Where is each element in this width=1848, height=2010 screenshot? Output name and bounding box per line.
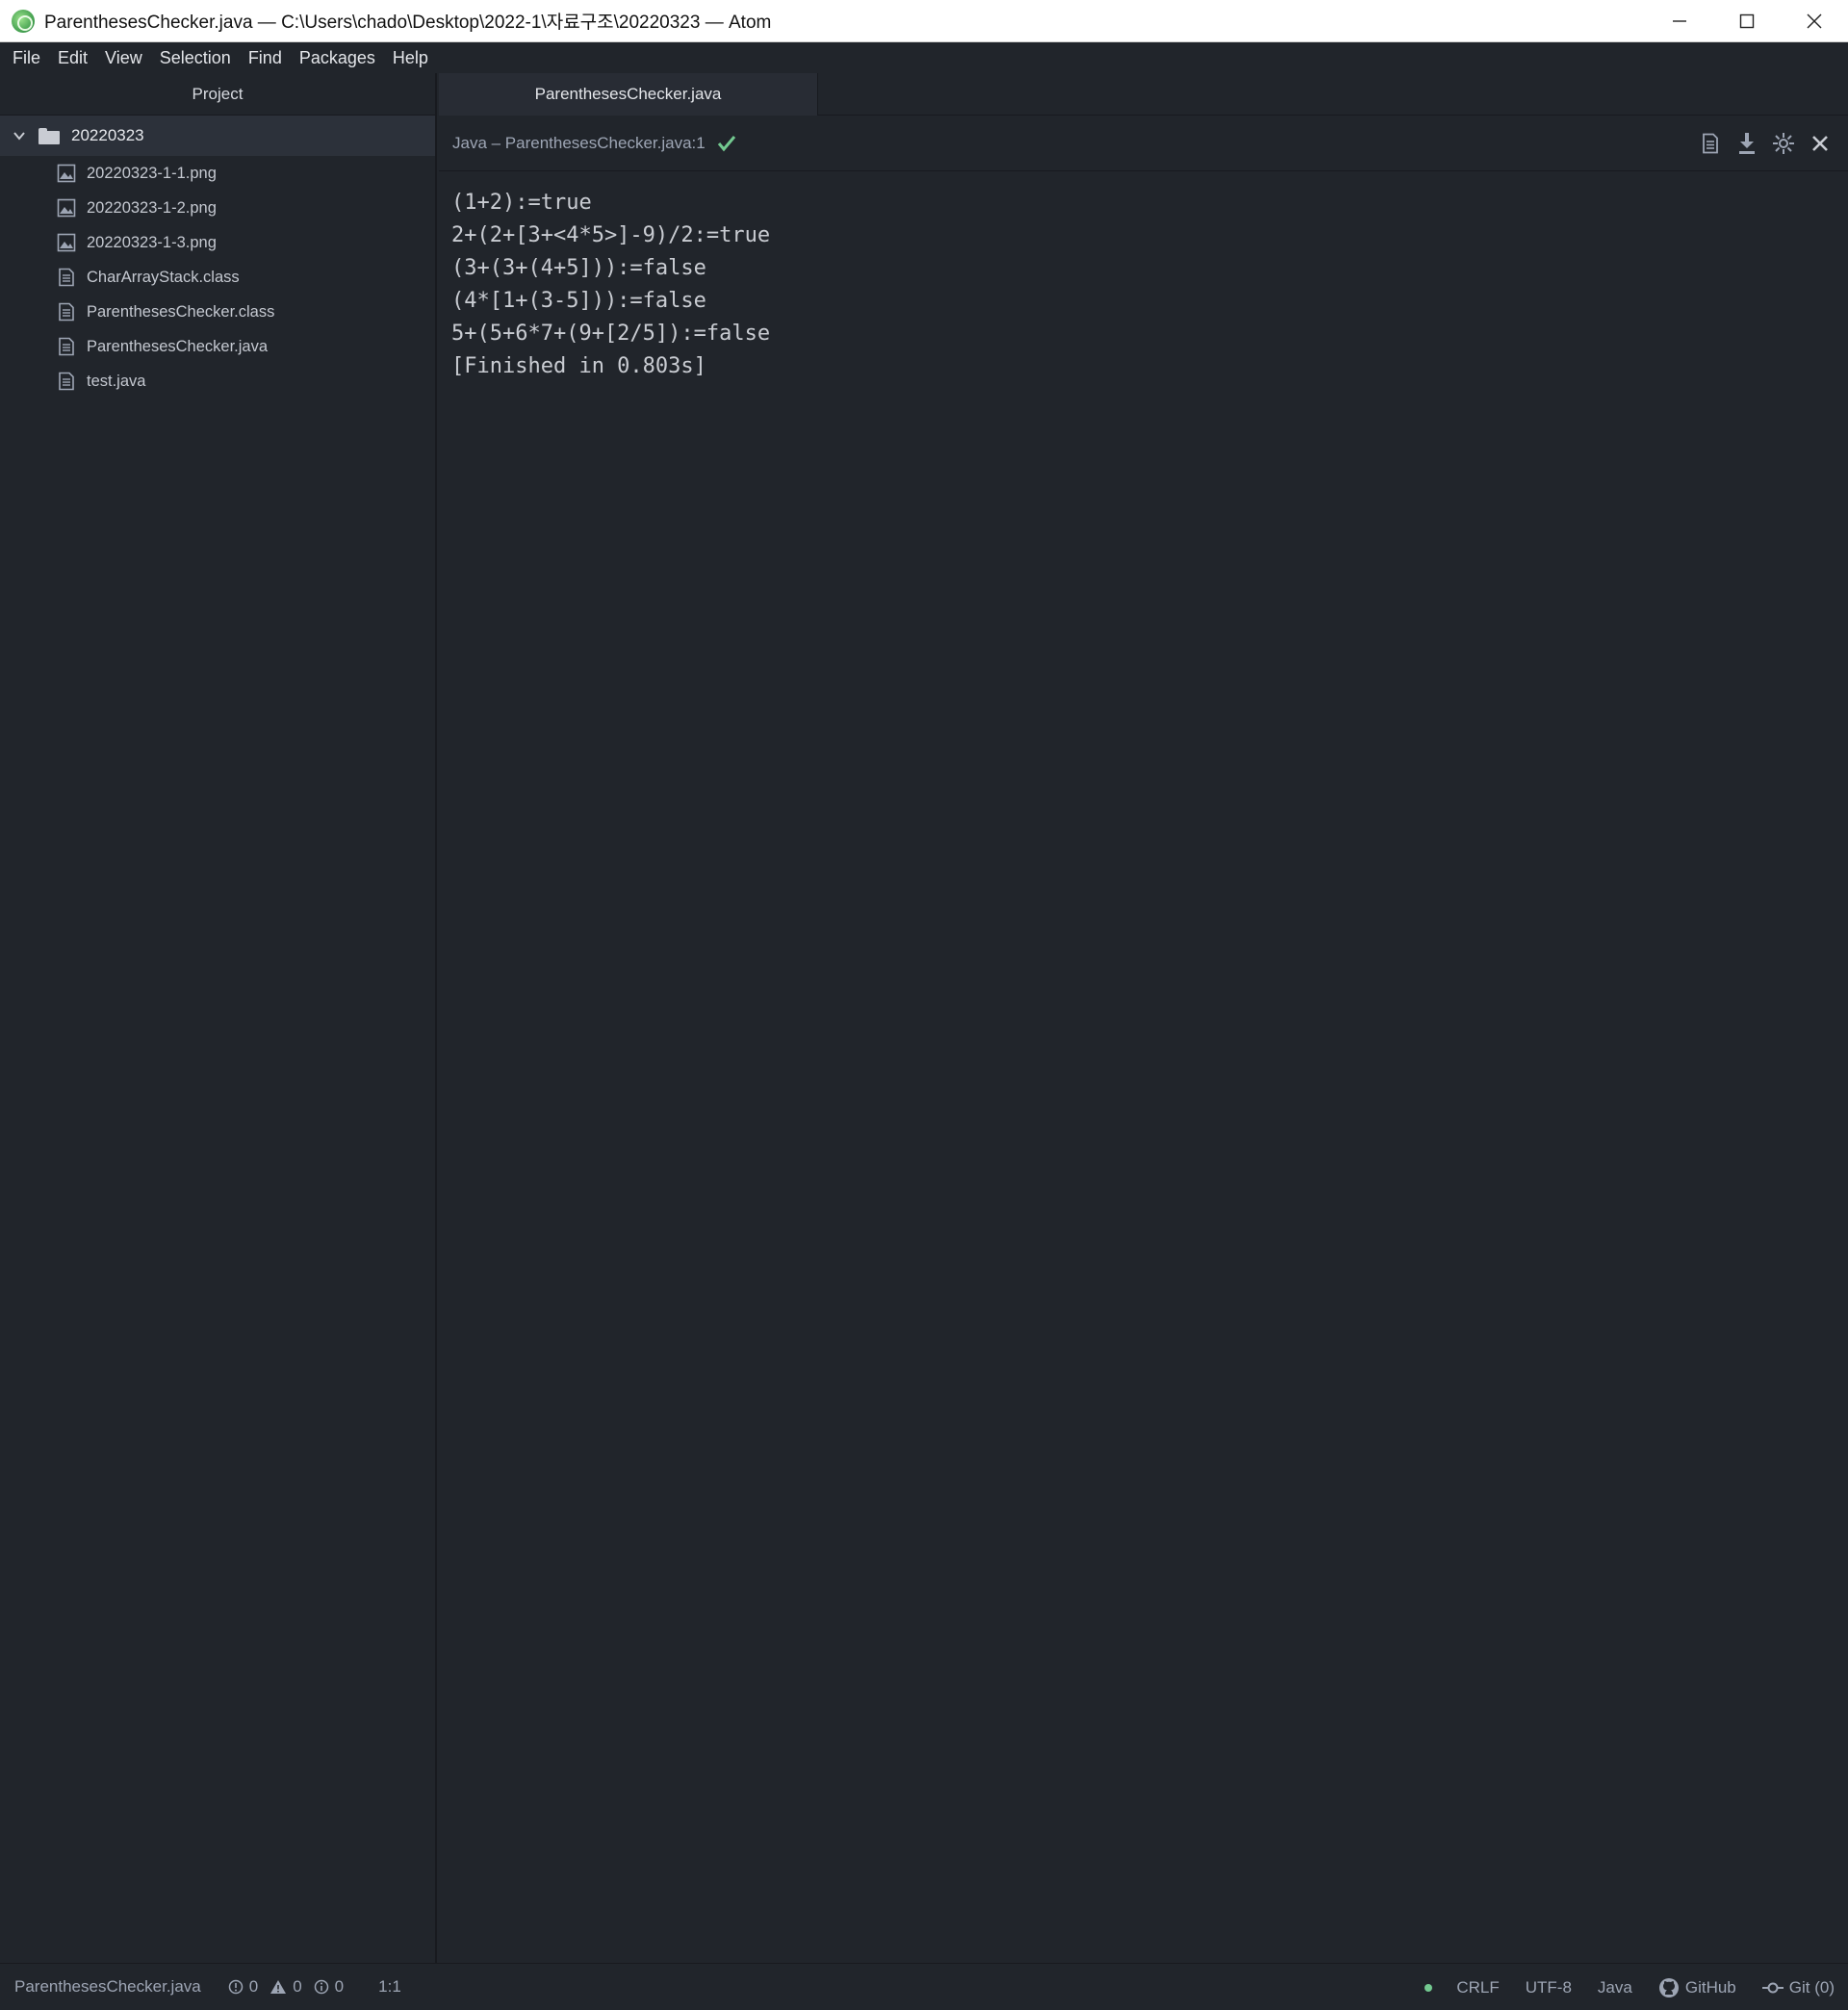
text-file-icon xyxy=(56,267,77,288)
error-icon xyxy=(228,1979,243,1995)
settings-button[interactable] xyxy=(1765,125,1802,162)
chevron-down-icon xyxy=(13,132,25,141)
minimize-icon xyxy=(1673,20,1686,22)
sidebar-header[interactable]: Project xyxy=(0,73,435,116)
output-line: 5+(5+6*7+(9+[2/5]):=false xyxy=(451,322,771,346)
file-list: 20220323-1-1.png 20220323-1-2.png 202203… xyxy=(0,156,435,399)
text-file-icon xyxy=(56,301,77,322)
download-button[interactable] xyxy=(1729,125,1765,162)
output-line: (4*[1+(3-5])):=false xyxy=(451,289,706,313)
maximize-icon xyxy=(1739,13,1755,29)
copy-output-icon xyxy=(1703,133,1718,154)
git-commit-icon xyxy=(1761,1982,1784,1993)
file-item-label: 20220323-1-2.png xyxy=(87,198,217,217)
github-icon xyxy=(1658,1977,1679,1997)
tab-parentheses-checker[interactable]: ParenthesesChecker.java xyxy=(439,73,818,116)
line-ending[interactable]: CRLF xyxy=(1456,1978,1499,1997)
file-item-label: CharArrayStack.class xyxy=(87,268,240,286)
maximize-button[interactable] xyxy=(1713,0,1781,42)
file-item[interactable]: test.java xyxy=(0,364,435,399)
text-file-icon xyxy=(56,336,77,357)
project-sidebar: Project 20220323 20220323-1-1.png 202203… xyxy=(0,73,437,1963)
menu-edit[interactable]: Edit xyxy=(49,42,96,73)
tree-root-folder[interactable]: 20220323 xyxy=(0,116,435,156)
warning-count: 0 xyxy=(293,1977,302,1996)
panel-tools xyxy=(1692,116,1838,171)
cursor-position[interactable]: 1:1 xyxy=(378,1977,401,1997)
file-item-label: ParenthesesChecker.java xyxy=(87,337,269,355)
info-count: 0 xyxy=(334,1977,345,1996)
check-icon xyxy=(717,135,736,152)
window-title: ParenthesesChecker.java — C:\Users\chado… xyxy=(44,13,772,33)
tree-root-label: 20220323 xyxy=(71,126,144,144)
output-line: (3+(3+(4+5])):=false xyxy=(451,256,706,280)
text-file-icon xyxy=(56,371,77,392)
git-button[interactable]: Git (0) xyxy=(1761,1977,1835,1997)
folder-icon xyxy=(38,127,60,144)
copy-output-button[interactable] xyxy=(1692,125,1729,162)
status-file-name[interactable]: ParenthesesChecker.java xyxy=(14,1977,201,1997)
image-file-icon xyxy=(56,197,77,219)
menu-help[interactable]: Help xyxy=(384,42,437,73)
image-file-icon xyxy=(56,163,77,184)
github-label: GitHub xyxy=(1684,1977,1736,1997)
menu-selection[interactable]: Selection xyxy=(151,42,240,73)
github-button[interactable]: GitHub xyxy=(1658,1977,1736,1998)
warning-icon xyxy=(270,1980,287,1994)
file-item-label: test.java xyxy=(87,372,146,390)
diagnostics-counts[interactable]: 0 0 0 xyxy=(228,1977,349,1997)
status-indicator-dot xyxy=(1424,1983,1433,1992)
grammar[interactable]: Java xyxy=(1598,1978,1632,1997)
panel-title: Java – ParenthesesChecker.java:1 xyxy=(452,133,706,152)
menu-view[interactable]: View xyxy=(96,42,151,73)
close-icon xyxy=(1812,136,1828,151)
output-line: (1+2):=true xyxy=(451,191,592,215)
error-count: 0 xyxy=(248,1977,259,1996)
file-item[interactable]: ParenthesesChecker.java xyxy=(0,329,435,364)
status-bar: ParenthesesChecker.java 0 0 0 1:1 CRLF U… xyxy=(0,1963,1848,2010)
file-item[interactable]: CharArrayStack.class xyxy=(0,260,435,295)
file-item-label: ParenthesesChecker.class xyxy=(87,302,275,321)
atom-app-icon xyxy=(12,9,35,33)
file-item-label: 20220323-1-1.png xyxy=(87,164,217,182)
window-controls xyxy=(1646,0,1848,42)
menu-packages[interactable]: Packages xyxy=(291,42,384,73)
encoding[interactable]: UTF-8 xyxy=(1526,1978,1572,1997)
settings-icon xyxy=(1773,133,1794,154)
download-icon xyxy=(1739,133,1755,154)
git-label: Git (0) xyxy=(1788,1977,1835,1997)
file-item[interactable]: ParenthesesChecker.class xyxy=(0,295,435,329)
file-item[interactable]: 20220323-1-1.png xyxy=(0,156,435,191)
menu-find[interactable]: Find xyxy=(240,42,291,73)
close-icon xyxy=(1807,13,1822,29)
menu-file[interactable]: File xyxy=(4,42,49,73)
file-item[interactable]: 20220323-1-3.png xyxy=(0,225,435,260)
info-icon xyxy=(314,1979,328,1995)
close-panel-button[interactable] xyxy=(1802,125,1838,162)
file-item-label: 20220323-1-3.png xyxy=(87,233,217,251)
script-panel-header: Java – ParenthesesChecker.java:1 xyxy=(439,116,1848,171)
image-file-icon xyxy=(56,232,77,253)
tab-bar: ParenthesesChecker.java xyxy=(439,73,1848,116)
menu-bar: File Edit View Selection Find Packages H… xyxy=(0,42,1848,73)
close-window-button[interactable] xyxy=(1781,0,1848,42)
output-line: 2+(2+[3+<4*5>]-9)/2:=true xyxy=(451,223,771,247)
output-finished-line: [Finished in 0.803s] xyxy=(451,354,706,378)
file-item[interactable]: 20220323-1-2.png xyxy=(0,191,435,225)
script-output[interactable]: (1+2):=true 2+(2+[3+<4*5>]-9)/2:=true (3… xyxy=(439,171,1848,1963)
minimize-button[interactable] xyxy=(1646,0,1713,42)
title-bar: ParenthesesChecker.java — C:\Users\chado… xyxy=(0,0,1848,42)
